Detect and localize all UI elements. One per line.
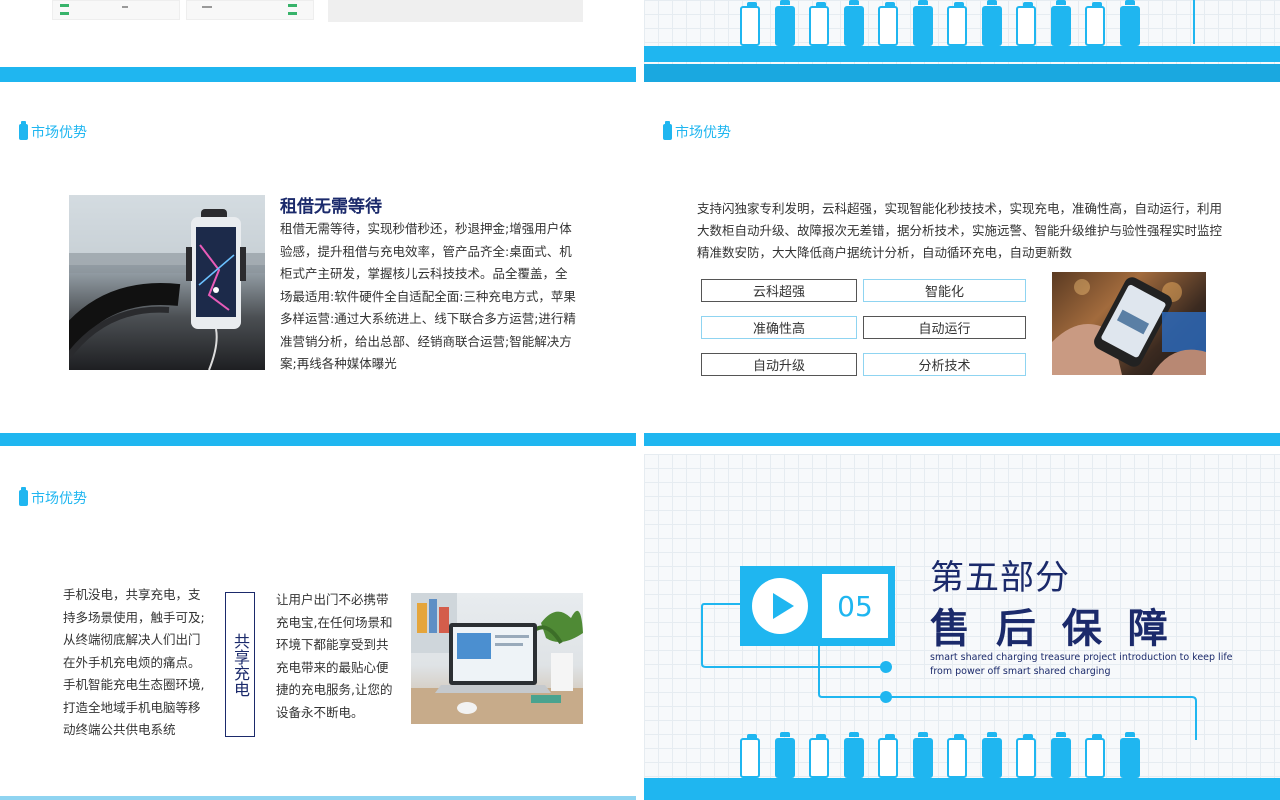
share-right-paragraph: 让用户出门不必携带充电宝,在任何场景和环境下都能享受到共充电带来的最贴心便捷的充…	[276, 592, 393, 720]
battery-icon	[1016, 2, 1036, 46]
slide-top-left-panel	[328, 0, 583, 22]
section-number-card: 05	[740, 566, 895, 646]
play-circle	[752, 578, 808, 634]
battery-icon	[1051, 732, 1071, 778]
battery-icon	[844, 732, 864, 778]
slide-tech: 市场优势 支持闪独家专利发明，云科超强，实现智能化秒技技术，实现充电，准确性高，…	[644, 88, 1280, 446]
slide-top-right	[644, 0, 1280, 82]
slide-top-left	[0, 0, 636, 82]
keyword-box: 云科超强	[701, 279, 857, 302]
battery-icon	[1085, 734, 1105, 778]
slide-share-bar	[0, 796, 636, 800]
battery-icon	[775, 732, 795, 778]
battery-icon	[740, 734, 760, 778]
battery-icon	[1016, 734, 1036, 778]
section-part-label: 第五部分	[930, 558, 1070, 598]
section-label: 市场优势	[19, 121, 87, 142]
battery-icon	[844, 0, 864, 46]
section-label-text: 市场优势	[31, 491, 87, 507]
battery-icon	[982, 0, 1002, 46]
slide-section: 05 第五部分 售 后 保 障 smart shared charging tr…	[644, 454, 1280, 800]
section-subtitle-line1: smart shared charging treasure project i…	[930, 652, 1233, 663]
section-number: 05	[837, 589, 873, 623]
keyword-box: 智能化	[863, 279, 1026, 302]
section-title: 售 后 保 障	[930, 606, 1174, 652]
battery-icon	[982, 732, 1002, 778]
share-left-paragraph: 手机没电，共享充电，支持多场景使用，触手可及;从终端彻底解决人们出门在外手机充电…	[63, 587, 205, 737]
slide-share: 市场优势 手机没电，共享充电，支持多场景使用，触手可及;从终端彻底解决人们出门在…	[0, 454, 636, 800]
battery-icon	[1085, 2, 1105, 46]
hand-phone-illustration	[1052, 277, 1206, 375]
battery-icon	[663, 121, 672, 140]
slide-top-left-thumbs	[52, 0, 314, 20]
car-phone-photo	[69, 195, 265, 370]
keyword-box: 自动升级	[701, 353, 857, 376]
keyword-box: 自动运行	[863, 316, 1026, 339]
slide-top-right-bar	[644, 46, 1280, 62]
section-subtitle-line2: from power off smart shared charging	[930, 666, 1111, 677]
battery-icon	[947, 2, 967, 46]
battery-icon	[19, 121, 28, 140]
battery-icon	[913, 0, 933, 46]
slide-rent-bar	[0, 433, 636, 446]
section-label: 市场优势	[663, 121, 731, 142]
slide-top-left-bar	[0, 67, 636, 82]
play-icon	[773, 593, 794, 619]
battery-icon	[775, 0, 795, 46]
battery-icon	[947, 734, 967, 778]
laptop-illustration	[411, 593, 583, 724]
battery-icon	[1120, 0, 1140, 46]
battery-icon	[809, 734, 829, 778]
keyword-box: 分析技术	[863, 353, 1026, 376]
slide-tech-bar	[644, 433, 1280, 446]
keyword-box: 准确性高	[701, 316, 857, 339]
battery-icon	[19, 487, 28, 506]
share-vertical-label: 共享充电	[231, 632, 250, 697]
battery-icon	[878, 734, 898, 778]
battery-icon	[1120, 732, 1140, 778]
laptop-photo	[411, 593, 583, 724]
rent-heading: 租借无需等待	[280, 197, 382, 217]
battery-icon	[1051, 0, 1071, 46]
slide-top-right-bar-bottom	[644, 64, 1280, 82]
section-label-text: 市场优势	[31, 125, 87, 141]
car-phone-illustration	[69, 195, 265, 370]
hand-phone-photo	[1052, 272, 1206, 375]
section-number-panel: 05	[822, 574, 888, 638]
battery-icon	[809, 2, 829, 46]
battery-icon	[913, 732, 933, 778]
slide-section-bar	[644, 778, 1280, 800]
rent-paragraph: 租借无需等待，实现秒借秒还，秒退押金;增强用户体验感，提升租借与充电效率，管产品…	[280, 221, 576, 371]
share-vertical-label-box: 共享充电	[225, 592, 255, 737]
section-label: 市场优势	[19, 487, 87, 508]
battery-icon	[740, 2, 760, 46]
tech-paragraph: 支持闪独家专利发明，云科超强，实现智能化秒技技术，实现充电，准确性高，自动运行，…	[697, 201, 1223, 260]
battery-icon	[878, 2, 898, 46]
section-label-text: 市场优势	[675, 125, 731, 141]
slide-rent: 市场优势 租借无需等待 租借无需等待，实现秒借秒还，秒退押金;增强用户体验感，提…	[0, 88, 636, 446]
